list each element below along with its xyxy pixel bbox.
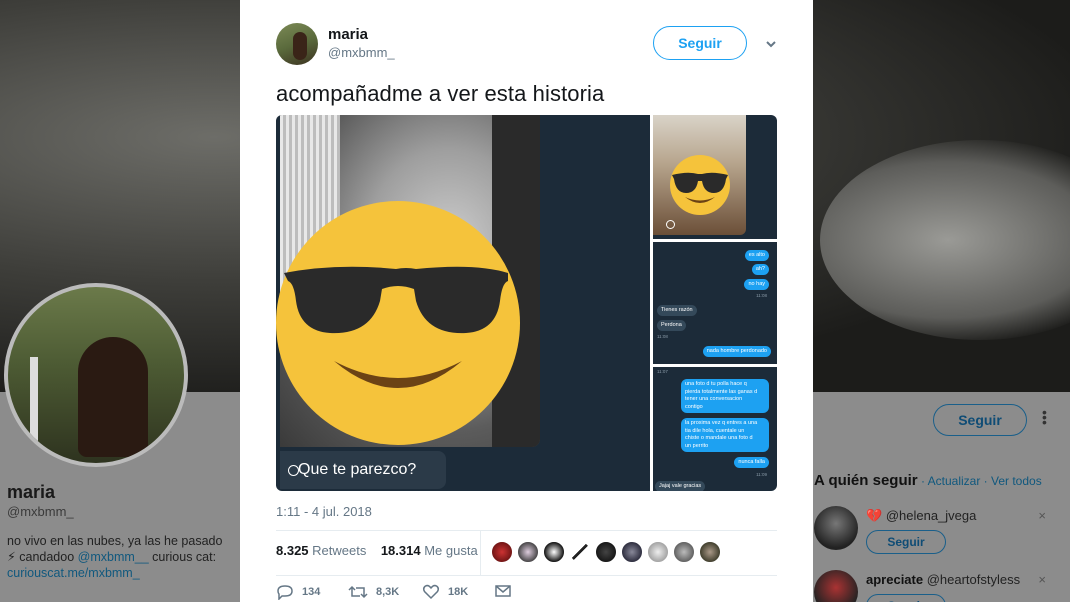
profile-bio: no vivo en las nubes, ya las he pasado ⚡… [7,533,239,581]
profile-bio-suffix: curious cat: [148,550,217,564]
retweet-icon [348,585,368,599]
heart-emoji-icon: 💔 [866,508,883,523]
chat-time: 11:07 [657,369,668,374]
author-handle[interactable]: @mxbmm_ [328,45,395,60]
chat-bubble: ah? [751,264,769,275]
profile-bio-mention[interactable]: @mxbmm__ [78,550,149,564]
tweet-timestamp[interactable]: 1:11 - 4 jul. 2018 [276,504,372,519]
avatar[interactable] [814,570,858,602]
suggestion-item: apreciate @heartofstyless Seguir × [814,570,1070,602]
reply-button[interactable]: 134 [276,584,320,600]
chat-bubble: es alto [744,250,769,261]
chat-bubble: Jajaj vale gracias [655,481,706,491]
suggestion-handle[interactable]: @helena_jvega [886,508,977,523]
chat-bubble: una foto d tu polla hace q pierda totalm… [681,379,769,413]
author-name[interactable]: maria [328,26,368,43]
profile-name: maria [7,482,56,502]
chevron-down-icon[interactable] [764,37,778,51]
likes-stat[interactable]: 18.314 Me gusta [381,543,478,558]
sunglasses-emoji-icon [276,201,520,445]
chat-time: 11:09 [756,472,767,477]
suggestion-name[interactable]: apreciate [866,572,923,587]
avatar[interactable] [673,541,695,563]
reply-icon [277,585,293,600]
avatar[interactable] [647,541,669,563]
like-count: 18K [448,586,469,598]
who-to-follow-panel: A quién seguir · Actualizar · Ver todos … [814,466,1070,602]
divider [276,530,777,531]
media-main-image[interactable]: Que te parezco? [276,115,650,491]
chat-time: 11:08 [756,293,767,298]
retweets-stat[interactable]: 8.325 Retweets [276,543,366,558]
avatar[interactable] [621,541,643,563]
chat-bubble: la proxima vez q entres a una tia dile h… [681,418,769,452]
chat-bubble: no hay [744,279,769,290]
media-thumbnail-2[interactable]: es alto ah? no hay 11:08 Tienes razón Pe… [653,242,777,364]
retweet-count: 8,3K [376,586,400,598]
media-thumbnail-1[interactable] [653,115,777,239]
tweet-text: acompañadme a ver esta historia [276,81,605,106]
chat-time: 11:08 [657,334,668,339]
who-to-follow-refresh[interactable]: Actualizar [928,474,981,488]
profile-bio-prefix: ⚡ candadoo [7,550,78,564]
suggestion-handle[interactable]: @heartofstyless [927,572,1020,587]
chat-bubble: Perdona [657,320,686,331]
profile-bio-link[interactable]: curiouscat.me/mxbmm_ [7,565,239,581]
close-icon[interactable]: × [1038,572,1046,587]
tweet-stats: 8.325 Retweets 18.314 Me gusta [276,543,478,558]
reply-count: 134 [302,586,321,598]
camera-icon [288,465,299,476]
profile-more-icon[interactable]: • • • [1042,405,1050,429]
divider [276,575,777,576]
suggestion-follow-button[interactable]: Seguir [866,594,946,602]
avatar[interactable] [517,541,539,563]
divider [480,531,481,575]
story-caption: Que te parezco? [280,451,446,489]
chat-bubble: nunca falla [734,457,769,468]
profile-bio-line: no vivo en las nubes, ya las he pasado [7,534,223,548]
suggestion-item: 💔 @helena_jvega Seguir × [814,506,1070,562]
profile-avatar [4,283,188,467]
avatar[interactable] [543,541,565,563]
tweet-modal: maria @mxbmm_ Seguir acompañadme a ver e… [240,0,813,602]
follow-button[interactable]: Seguir [653,26,747,60]
like-button[interactable]: 18K [422,584,468,600]
avatar[interactable] [814,506,858,550]
envelope-icon [495,585,511,597]
avatar[interactable] [699,541,721,563]
tweet-media[interactable]: Que te parezco? es alto ah? no hay 11:08… [276,115,777,491]
chat-bubble: nada hombre perdonado [702,346,771,357]
profile-follow-button[interactable]: Seguir [933,404,1027,436]
media-thumbnail-3[interactable]: 11:07 una foto d tu polla hace q pierda … [653,367,777,491]
close-icon[interactable]: × [1038,508,1046,523]
suggestion-follow-button[interactable]: Seguir [866,530,946,554]
avatar[interactable] [491,541,513,563]
avatar[interactable] [569,541,591,563]
author-avatar[interactable] [276,23,318,65]
sunglasses-emoji-icon [670,155,730,215]
heart-icon [422,584,440,600]
direct-message-button[interactable] [494,584,512,598]
who-to-follow-title: A quién seguir · Actualizar · Ver todos [814,472,1042,489]
chat-bubble: Tienes razón [657,305,697,316]
retweet-button[interactable]: 8,3K [348,584,399,600]
avatar[interactable] [595,541,617,563]
profile-handle: @mxbmm_ [7,504,74,519]
who-to-follow-view-all[interactable]: Ver todos [991,474,1042,488]
